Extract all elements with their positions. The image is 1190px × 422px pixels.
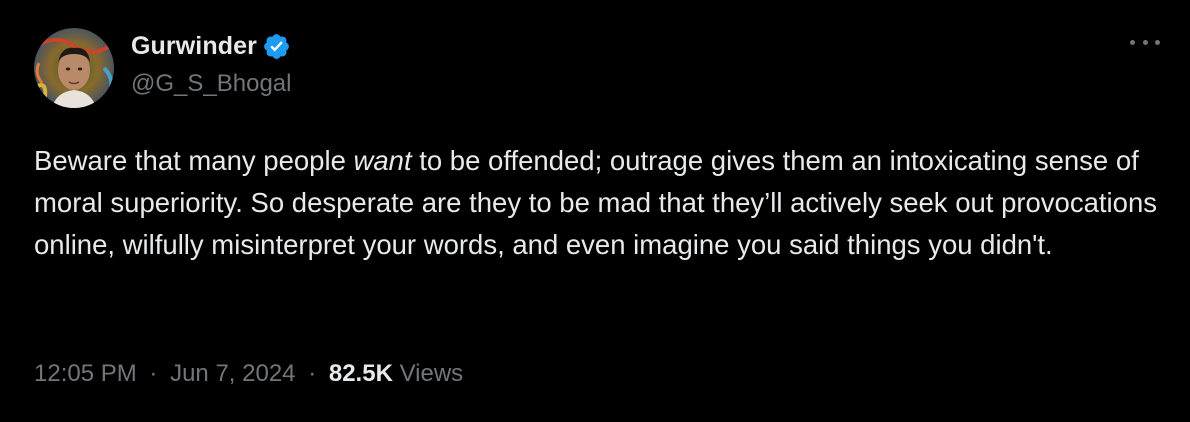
author-handle[interactable]: @G_S_Bhogal [131, 70, 291, 98]
tweet-card: Gurwinder @G_S_Bhogal Beware that many p… [0, 0, 1190, 422]
profile-photo [34, 28, 114, 108]
separator: · [149, 360, 158, 387]
tweet-time[interactable]: 12:05 PM [34, 360, 137, 387]
tweet-text-emphasis: want [353, 145, 412, 176]
author-name-row: Gurwinder [131, 30, 291, 62]
separator: · [308, 360, 317, 387]
avatar[interactable] [34, 28, 114, 108]
tweet-date[interactable]: Jun 7, 2024 [170, 360, 295, 387]
tweet-metadata: 12:05 PM · Jun 7, 2024 · 82.5K Views [34, 360, 463, 388]
tweet-text-part1: Beware that many people [34, 145, 354, 176]
more-dot [1155, 39, 1160, 45]
verified-badge-icon[interactable] [262, 32, 291, 61]
more-dot [1142, 39, 1148, 45]
more-dot [1130, 39, 1135, 45]
views-label: Views [399, 360, 464, 387]
more-options-icon[interactable] [1130, 30, 1160, 54]
tweet-text: Beware that many people want to be offen… [34, 140, 1164, 266]
author-display-name[interactable]: Gurwinder [131, 32, 257, 61]
views-count[interactable]: 82.5K [329, 360, 393, 387]
